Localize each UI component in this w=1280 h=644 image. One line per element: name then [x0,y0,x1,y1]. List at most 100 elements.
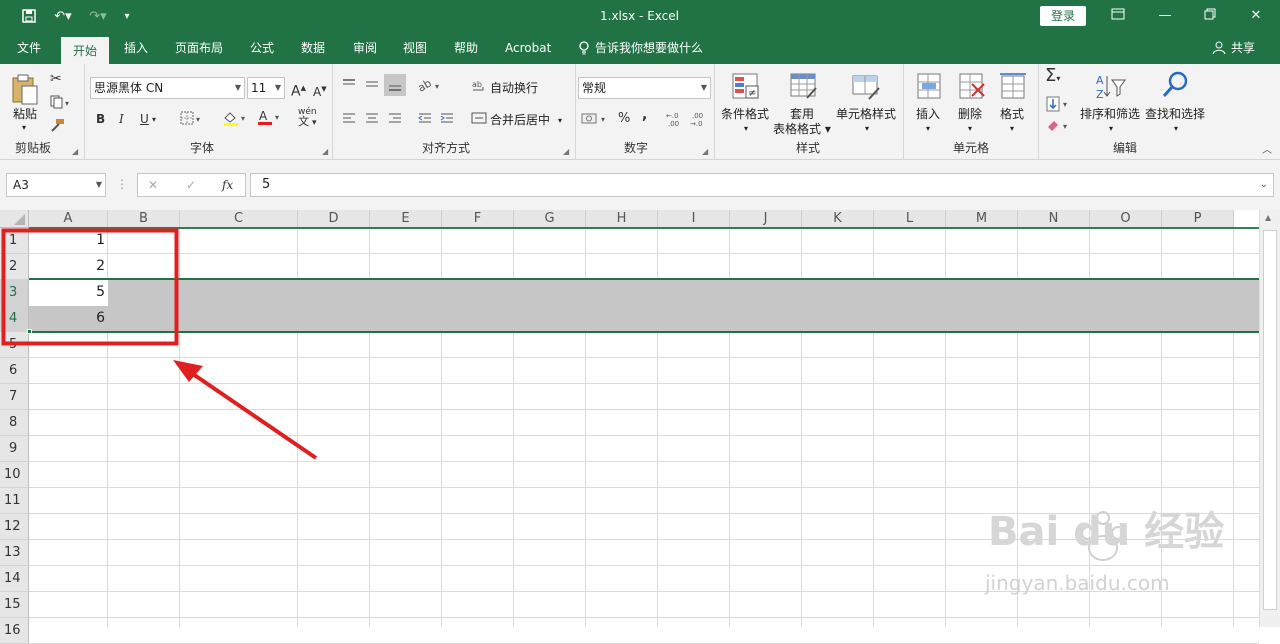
tab-help[interactable]: 帮助 [454,41,478,55]
conditional-dropdown-icon[interactable]: ▾ [744,122,748,136]
phonetic-guide-icon[interactable]: wén 文 ▾ [298,108,317,128]
cancel-icon[interactable]: ✕ [148,178,158,192]
borders-icon[interactable]: ▾ [180,111,204,128]
tab-file[interactable]: 文件 [17,41,41,55]
find-select-icon[interactable] [1161,70,1191,100]
underline-dropdown-icon[interactable]: ▾ [152,113,156,127]
decrease-decimal-icon[interactable]: .00 →.0 [690,110,708,131]
align-middle-icon[interactable] [364,78,380,93]
clipboard-launcher-icon[interactable]: ◢ [72,145,78,159]
tab-data[interactable]: 数据 [301,41,325,55]
insert-cells-button[interactable]: 插入 [916,107,940,121]
copy-icon[interactable]: ▾ [50,95,72,112]
person-icon[interactable] [1212,41,1226,58]
merge-center-icon[interactable] [471,112,487,127]
tell-me-search[interactable]: 告诉我你想要做什么 [595,41,703,55]
align-left-icon[interactable] [341,112,357,127]
autosum-icon[interactable]: Σ▾ [1045,67,1075,86]
tab-home[interactable]: 开始 [61,37,109,64]
orientation-icon[interactable]: ab ▾ [415,77,443,95]
merge-dropdown-icon[interactable]: ▾ [558,114,562,128]
format-as-table-label-1[interactable]: 套用 [790,107,814,121]
insert-dropdown-icon[interactable]: ▾ [926,122,930,136]
wrap-text-button[interactable]: 自动换行 [490,81,538,95]
format-cells-button[interactable]: 格式 [1000,107,1024,121]
shrink-font-icon[interactable]: A▼ [313,82,327,99]
save-icon[interactable] [20,8,38,26]
accounting-format-icon[interactable]: ▾ [581,111,611,128]
wrap-text-icon[interactable]: ab [471,78,487,95]
formula-input[interactable]: 5 ⌄ [250,173,1274,197]
tab-acrobat[interactable]: Acrobat [505,41,551,55]
tab-insert[interactable]: 插入 [124,41,148,55]
font-launcher-icon[interactable]: ◢ [322,145,328,159]
bold-button[interactable]: B [96,112,105,126]
cut-icon[interactable]: ✂ [50,72,62,86]
number-launcher-icon[interactable]: ◢ [702,145,708,159]
paste-label[interactable]: 粘贴 [13,107,37,121]
align-right-icon[interactable] [387,112,403,127]
delete-dropdown-icon[interactable]: ▾ [968,122,972,136]
fill-color-icon[interactable]: ▾ [222,110,250,129]
undo-icon[interactable]: ↶▾ [50,8,76,26]
find-select-button[interactable]: 查找和选择 [1145,107,1205,121]
delete-cells-button[interactable]: 删除 [958,107,982,121]
tab-formulas[interactable]: 公式 [250,41,274,55]
font-color-icon[interactable]: A ▾ [256,109,284,129]
tab-review[interactable]: 审阅 [353,41,377,55]
sort-filter-icon[interactable]: AZ [1095,72,1126,102]
conditional-formatting-button[interactable]: 条件格式 [721,107,769,121]
svg-text:▾: ▾ [1063,122,1067,131]
redo-icon[interactable]: ↷▾ [85,8,111,26]
paste-icon[interactable] [10,74,40,105]
cell-styles-icon[interactable] [851,72,881,102]
find-dropdown-icon[interactable]: ▾ [1174,122,1178,136]
customize-quick-access-icon[interactable]: ▾ [118,8,136,26]
alignment-launcher-icon[interactable]: ◢ [563,145,569,159]
cell-styles-button[interactable]: 单元格样式 [836,107,896,121]
grow-font-icon[interactable]: A▲ [291,81,306,99]
format-dropdown-icon[interactable]: ▾ [1010,122,1014,136]
collapse-ribbon-icon[interactable]: ︿ [1262,144,1272,158]
minimize-icon[interactable]: — [1155,8,1175,24]
ribbon-display-options-icon[interactable] [1108,8,1128,24]
paste-dropdown-icon[interactable]: ▾ [22,121,26,135]
name-box[interactable]: A3 ▼ [6,173,106,197]
login-button[interactable]: 登录 [1040,6,1086,26]
increase-decimal-icon[interactable]: ←.0.00 [666,110,684,131]
underline-button[interactable]: U [140,112,149,126]
expand-formula-icon[interactable]: ⌄ [1260,174,1268,196]
number-format-select[interactable]: 常规 ▼ [578,77,711,99]
sort-dropdown-icon[interactable]: ▾ [1109,122,1113,136]
restore-icon[interactable] [1200,8,1220,24]
align-bottom-icon[interactable] [384,74,406,96]
font-name-select[interactable]: 思源黑体 CN ▼ [90,77,245,99]
align-center-icon[interactable] [364,112,380,127]
comma-style-button[interactable]: , [642,108,647,122]
increase-indent-icon[interactable] [439,112,455,127]
italic-button[interactable]: I [119,112,124,126]
share-button[interactable]: 共享 [1231,41,1255,55]
merge-center-button[interactable]: 合并后居中 [490,113,550,127]
tab-view[interactable]: 视图 [403,41,427,55]
percent-style-button[interactable]: % [618,112,630,126]
delete-cells-icon[interactable] [956,72,986,102]
insert-cells-icon[interactable] [914,72,944,102]
cell-styles-dropdown-icon[interactable]: ▾ [865,122,869,136]
format-as-table-icon[interactable] [789,72,819,102]
font-size-select[interactable]: 11 ▼ [247,77,285,99]
format-painter-icon[interactable] [49,118,65,135]
sort-filter-button[interactable]: 排序和筛选 [1080,107,1140,121]
format-as-table-label-2[interactable]: 表格格式 ▾ [773,122,831,136]
tab-page-layout[interactable]: 页面布局 [175,41,223,55]
close-icon[interactable]: ✕ [1246,8,1266,24]
conditional-formatting-icon[interactable]: ≠ [731,72,761,102]
worksheet-grid[interactable]: ABCDEFGHIJKLMNOP 1 2 3 4 5 6 7 8 9 10 11 12 13 14 15 16… [0,210,1280,644]
clear-icon[interactable]: ▾ [1045,118,1075,135]
decrease-indent-icon[interactable] [417,112,433,127]
fill-icon[interactable]: ▾ [1045,96,1075,115]
enter-icon[interactable]: ✓ [186,178,196,192]
insert-function-icon[interactable]: fx [222,178,233,192]
align-top-icon[interactable] [341,78,357,93]
format-cells-icon[interactable] [998,72,1028,102]
